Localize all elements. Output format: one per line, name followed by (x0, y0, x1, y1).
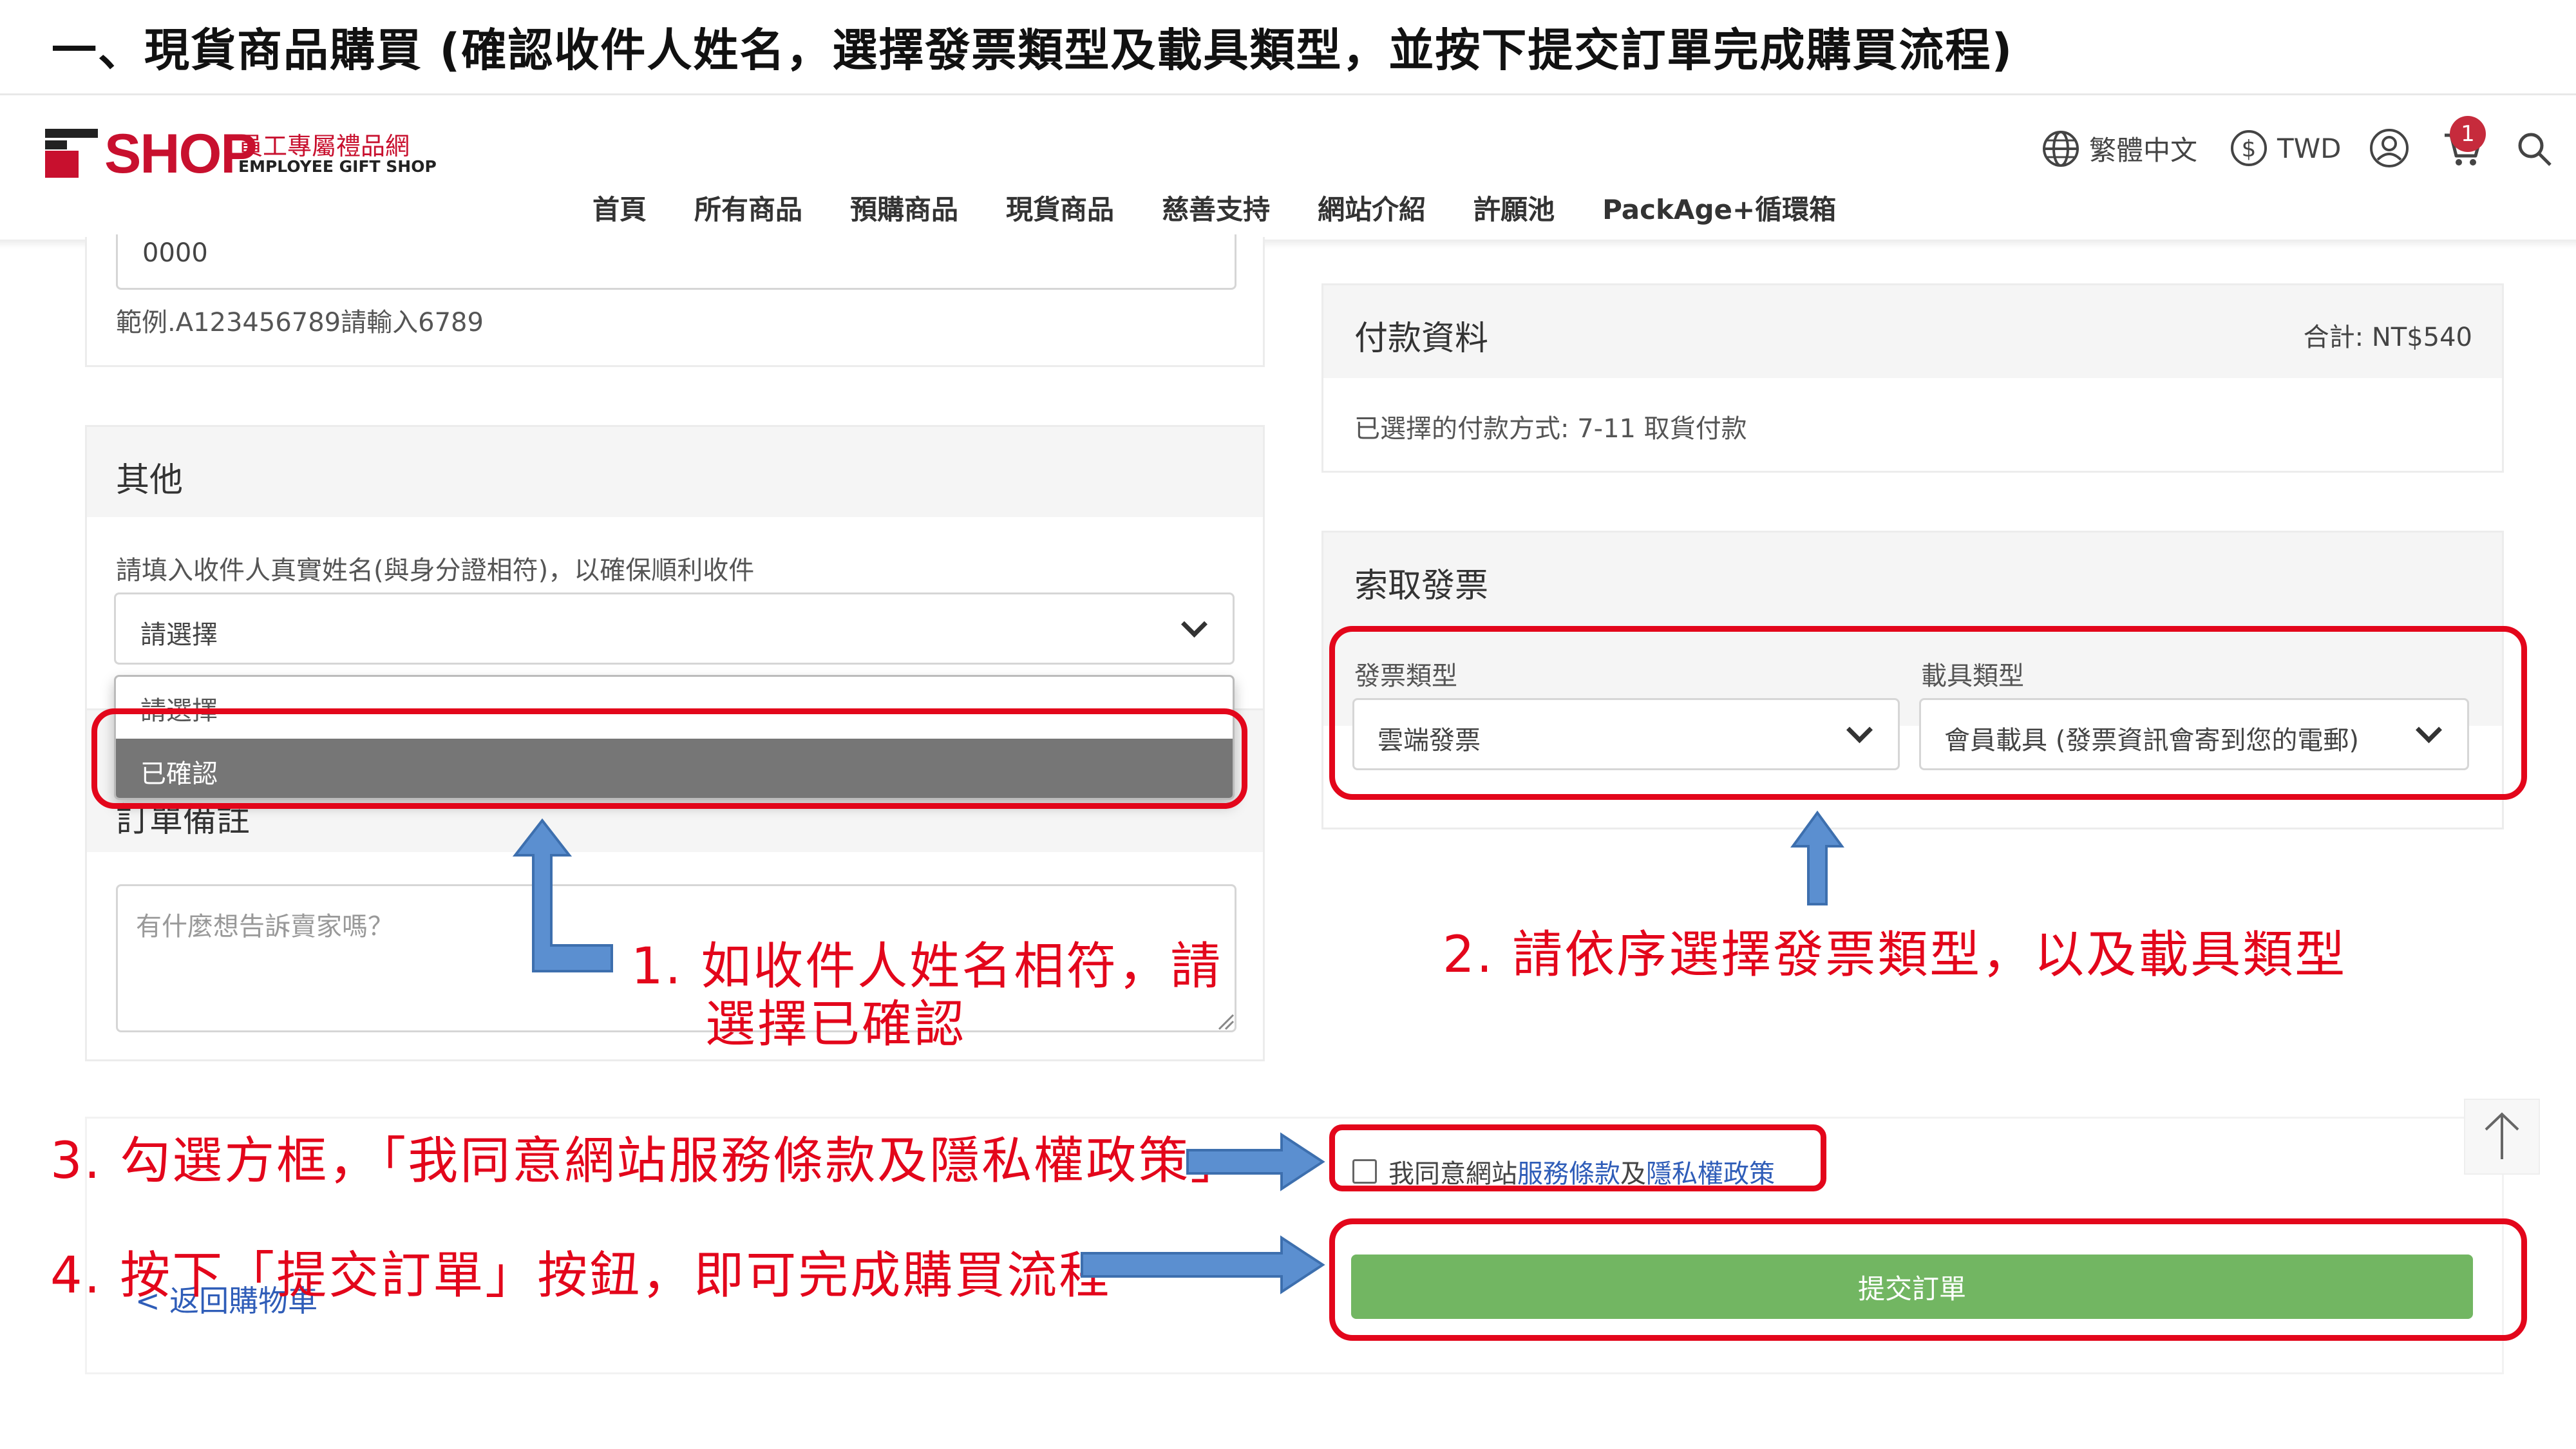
annotation-step3: 3. 勾選方框，「我同意網站服務條款及隱私權政策」 (50, 1132, 1243, 1190)
logo-mark-icon (45, 129, 98, 178)
currency-switcher[interactable]: $ TWD (2230, 129, 2342, 167)
id-verification-section: 0000 範例.A123456789請輸入6789 (85, 234, 1265, 367)
tutorial-title: 一、現貨商品購買 (確認收件人姓名，選擇發票類型及載具類型，並按下提交訂單完成購… (52, 24, 2014, 77)
annotation-arrow-up-icon (512, 818, 613, 972)
cart-count-badge: 1 (2450, 116, 2486, 152)
divider (0, 93, 2576, 95)
annotation-step2: 2. 請依序選擇發票類型，以及載具類型 (1443, 926, 2347, 984)
annotation-arrow-right-icon (1081, 1235, 1325, 1294)
dollar-icon: $ (2231, 130, 2267, 166)
search-icon[interactable] (2515, 130, 2554, 169)
site-logo[interactable]: SHOP 員工專屬禮品網 EMPLOYEE GIFT SHOP (45, 122, 437, 187)
currency-label: TWD (2277, 132, 2342, 164)
nav-about[interactable]: 網站介紹 (1318, 188, 1426, 227)
main-nav: 首頁 所有商品 預購商品 現貨商品 慈善支持 網站介紹 許願池 PackAge+… (592, 188, 1884, 227)
payment-title: 付款資料 (1354, 319, 1489, 358)
resize-handle-icon[interactable] (1217, 1012, 1235, 1030)
id-hint: 範例.A123456789請輸入6789 (116, 308, 484, 337)
payment-method: 已選擇的付款方式: 7-11 取貨付款 (1354, 414, 1747, 444)
chevron-down-icon (1180, 611, 1208, 638)
annotation-arrow-up-icon (1790, 810, 1844, 905)
annotation-step1-cont: 選擇已確認 (705, 996, 967, 1054)
logo-wordmark: SHOP (104, 123, 258, 185)
nav-wishing-pool[interactable]: 許願池 (1473, 188, 1555, 227)
invoice-title: 索取發票 (1354, 567, 1489, 605)
annotation-box-agree (1329, 1124, 1826, 1191)
select-value: 請選擇 (140, 620, 218, 650)
globe-icon (2043, 130, 2079, 167)
annotation-arrow-right-icon (1186, 1132, 1325, 1191)
payment-total: 合計: NT$540 (2303, 323, 2472, 352)
logo-english-text: EMPLOYEE GIFT SHOP (238, 157, 437, 176)
nav-preorder[interactable]: 預購商品 (850, 188, 958, 227)
recipient-confirm-select[interactable]: 請選擇 (114, 592, 1235, 665)
id-last-digits-input[interactable]: 0000 (116, 234, 1236, 290)
other-section-header: 其他 (87, 427, 1263, 517)
logo-chinese-text: 員工專屬禮品網 (238, 132, 410, 160)
recipient-name-label: 請填入收件人真實姓名(與身分證相符)，以確保順利收件 (116, 556, 755, 585)
language-label: 繁體中文 (2089, 135, 2198, 166)
language-switcher[interactable]: 繁體中文 (2041, 129, 2197, 168)
arrow-up-icon (2485, 1112, 2519, 1159)
other-section-title: 其他 (116, 461, 184, 500)
payment-section: 付款資料 合計: NT$540 已選擇的付款方式: 7-11 取貨付款 (1321, 283, 2504, 473)
user-account-icon[interactable] (2369, 128, 2410, 169)
annotation-box-submit (1329, 1218, 2527, 1341)
id-input-value: 0000 (142, 238, 208, 268)
annotation-box-invoice (1329, 626, 2527, 800)
nav-in-stock[interactable]: 現貨商品 (1006, 188, 1114, 227)
annotation-box-confirm (91, 708, 1247, 809)
back-to-top-button[interactable] (2464, 1099, 2540, 1175)
nav-charity[interactable]: 慈善支持 (1162, 188, 1270, 227)
annotation-step4: 4. 按下「提交訂單」按鈕，即可完成購買流程 (50, 1247, 1112, 1305)
nav-all-products[interactable]: 所有商品 (694, 188, 802, 227)
payment-header: 付款資料 合計: NT$540 (1323, 285, 2502, 378)
svg-text:$: $ (2242, 136, 2257, 162)
nav-home[interactable]: 首頁 (592, 188, 647, 227)
nav-package-box[interactable]: PackAge+循環箱 (1602, 188, 1836, 227)
remarks-placeholder: 有什麼想告訴賣家嗎？ (136, 912, 393, 942)
